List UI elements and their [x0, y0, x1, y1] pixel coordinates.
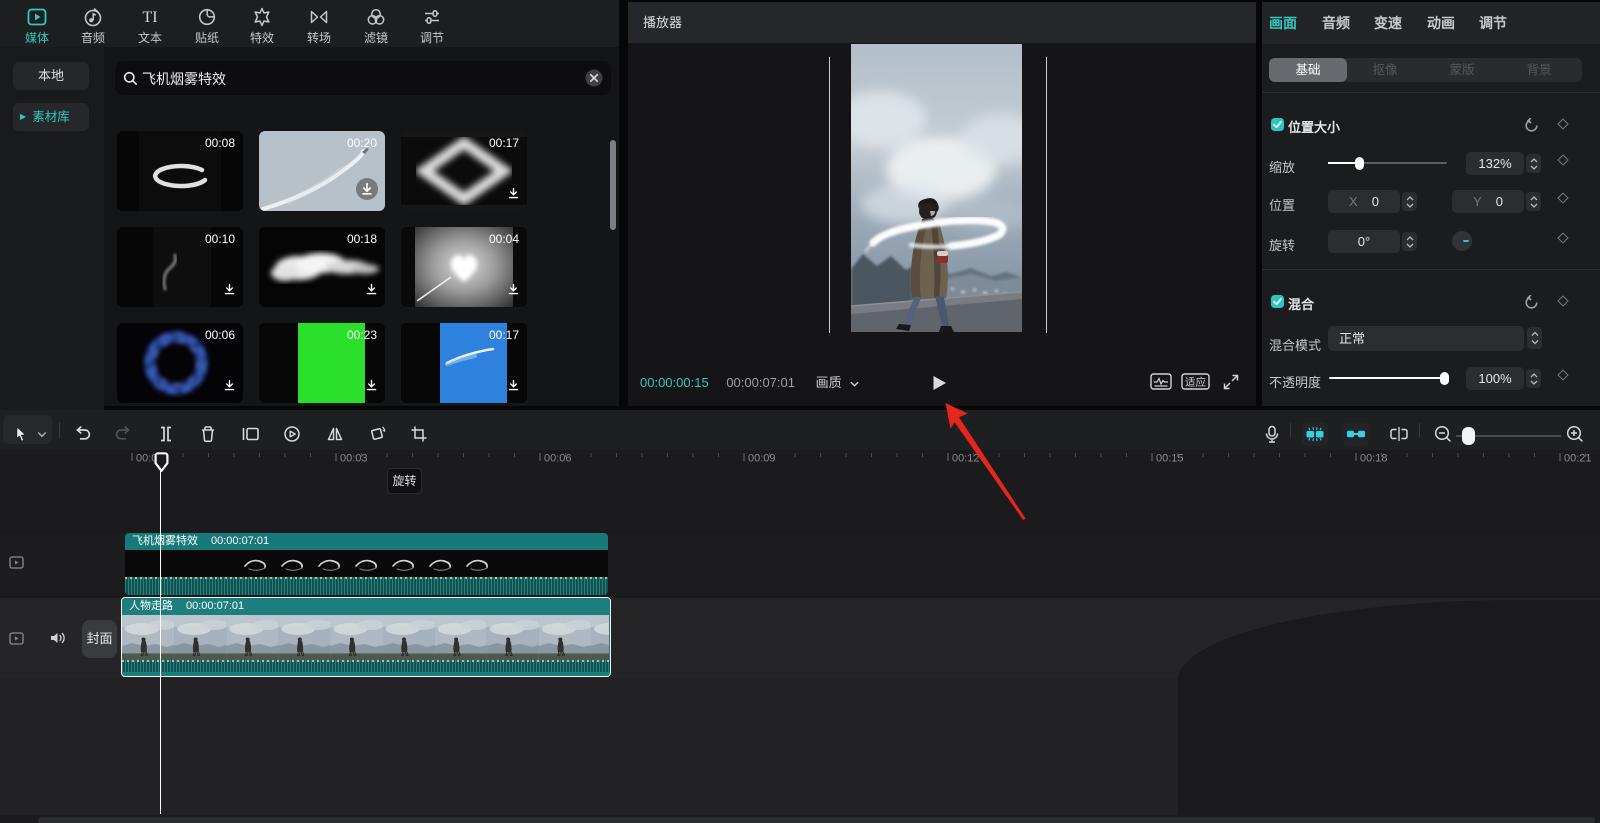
svg-text:00:03: 00:03 — [340, 453, 368, 465]
svg-text:00:09: 00:09 — [748, 453, 776, 465]
svg-text:TI: TI — [142, 9, 157, 26]
svg-text:00:06: 00:06 — [544, 453, 572, 465]
svg-text:00:21: 00:21 — [1564, 453, 1592, 465]
svg-text:00:18: 00:18 — [1360, 453, 1388, 465]
svg-text:00:15: 00:15 — [1156, 453, 1184, 465]
svg-text:适应: 适应 — [1185, 376, 1207, 389]
